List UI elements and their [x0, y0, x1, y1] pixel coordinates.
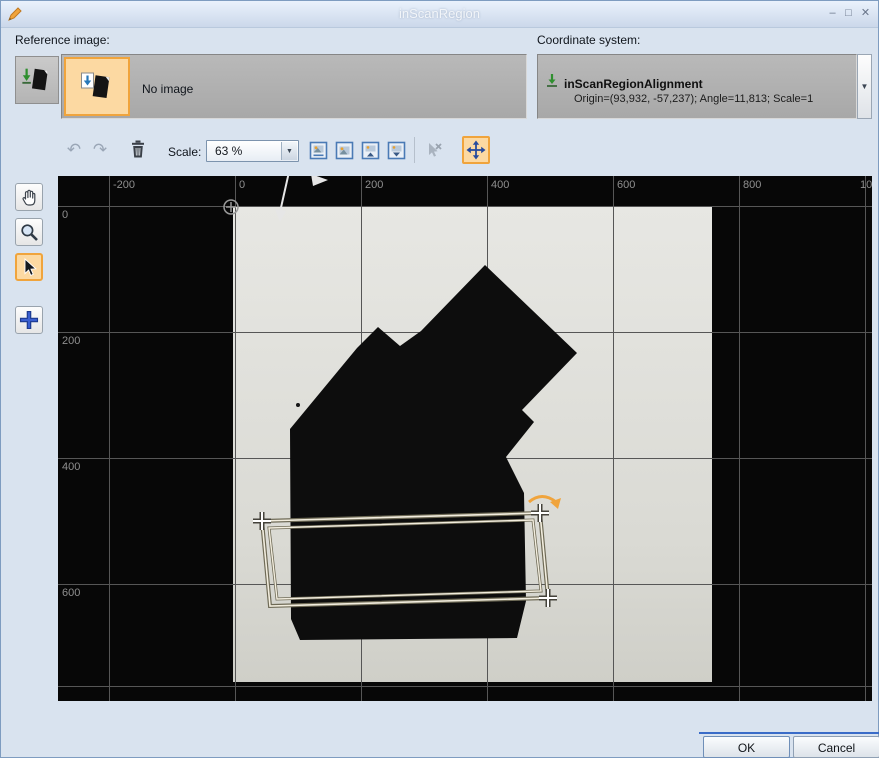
toolbar-separator	[414, 137, 415, 163]
chevron-down-icon[interactable]: ▼	[281, 142, 297, 160]
current-image-icon	[79, 69, 115, 105]
zoom-out-icon	[387, 141, 406, 160]
coordinate-dropdown-button[interactable]: ▼	[857, 54, 872, 119]
ok-button[interactable]: OK	[703, 736, 790, 758]
delete-button[interactable]	[127, 138, 149, 160]
current-image-button[interactable]	[64, 57, 130, 116]
add-region-tool-button[interactable]	[15, 306, 43, 334]
zoom-in-button[interactable]	[359, 139, 381, 161]
footer-accent-line	[699, 732, 879, 734]
dialog-window: inScanRegion – □ ✕ Reference image:	[0, 0, 879, 758]
y-tick-label: 400	[62, 461, 80, 473]
minimize-button[interactable]: –	[825, 5, 840, 21]
y-tick-label: 200	[62, 335, 80, 347]
chevron-down-icon: ▼	[861, 82, 869, 91]
image-canvas[interactable]: -200 0 200 400 600 800 1000 0 200 400 60…	[58, 176, 872, 701]
no-image-text: No image	[142, 82, 193, 96]
image-speck	[296, 403, 300, 407]
x-tick-label: -200	[113, 179, 135, 191]
pan-tool-button[interactable]	[15, 183, 43, 211]
y-tick-label: 600	[62, 587, 80, 599]
x-tick-label: 0	[239, 179, 245, 191]
cancel-button[interactable]: Cancel	[793, 736, 879, 758]
redo-button[interactable]: ↷	[89, 139, 111, 161]
close-button[interactable]: ✕	[858, 5, 873, 21]
zoom-in-icon	[361, 141, 380, 160]
zoom-to-fit-icon	[335, 141, 354, 160]
y-tick-label: 0	[62, 209, 68, 221]
x-tick-label: 800	[743, 179, 761, 191]
undo-icon: ↶	[67, 140, 81, 160]
alignment-icon	[545, 73, 559, 88]
canvas-graphics	[58, 176, 872, 701]
x-tick-label: 200	[365, 179, 383, 191]
scale-label: Scale:	[168, 145, 201, 159]
cursor-arrow-icon	[19, 257, 39, 277]
zoom-tool-button[interactable]	[15, 218, 43, 246]
title-bar: inScanRegion – □ ✕	[1, 1, 878, 28]
maximize-button[interactable]: □	[841, 5, 856, 21]
scale-value: 63 %	[215, 144, 242, 158]
hand-icon	[19, 187, 39, 207]
fit-image-icon	[309, 141, 328, 160]
alignment-details: Origin=(93,932, -57,237); Angle=11,813; …	[574, 93, 813, 105]
zoom-to-fit-button[interactable]	[333, 139, 355, 161]
x-tick-label: 1000	[860, 179, 872, 191]
x-tick-label: 600	[617, 179, 635, 191]
redo-icon: ↷	[93, 140, 107, 160]
fit-image-button[interactable]	[307, 139, 329, 161]
pick-tool-button-disabled[interactable]	[422, 139, 444, 161]
load-reference-image-button[interactable]	[15, 56, 59, 104]
move-tool-button[interactable]	[462, 136, 490, 164]
x-tick-label: 400	[491, 179, 509, 191]
select-tool-button[interactable]	[15, 253, 43, 281]
plus-icon	[18, 309, 40, 331]
window-title: inScanRegion	[1, 6, 878, 21]
coordinate-system-label: Coordinate system:	[537, 33, 640, 47]
alignment-name: inScanRegionAlignment	[564, 77, 703, 91]
move-arrows-icon	[466, 140, 486, 160]
coordinate-system-panel[interactable]: inScanRegionAlignment Origin=(93,932, -5…	[537, 54, 857, 119]
trash-icon	[129, 139, 147, 159]
scale-combobox[interactable]: 63 % ▼	[206, 140, 299, 162]
pick-cursor-icon	[424, 141, 443, 160]
zoom-out-button[interactable]	[385, 139, 407, 161]
undo-button[interactable]: ↶	[63, 139, 85, 161]
reference-image-panel: No image	[61, 54, 527, 119]
magnifier-icon	[19, 222, 39, 242]
reference-image-label: Reference image:	[15, 33, 110, 47]
load-image-icon	[20, 63, 54, 97]
origin-marker	[224, 200, 238, 214]
